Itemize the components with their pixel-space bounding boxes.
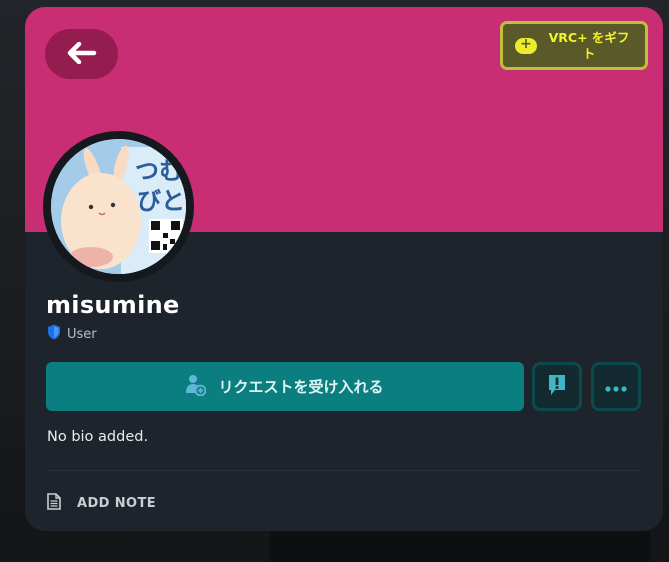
bio-text: No bio added. xyxy=(47,429,149,445)
divider xyxy=(46,470,641,471)
avatar[interactable]: つむ びと xyxy=(51,139,186,274)
user-role-label: User xyxy=(67,326,97,342)
note-document-icon xyxy=(47,493,61,514)
profile-card: VRC+ をギフト つむ びと misumine xyxy=(25,7,663,531)
add-note-label: ADD NOTE xyxy=(77,496,157,511)
accept-friend-request-label: リクエストを受け入れる xyxy=(218,378,384,396)
more-dots-icon xyxy=(605,377,627,396)
add-note-button[interactable]: ADD NOTE xyxy=(47,493,156,514)
arrow-left-icon xyxy=(67,41,97,67)
report-exclamation-icon xyxy=(547,374,567,400)
back-button[interactable] xyxy=(45,29,118,79)
chat-bubble-plus-icon xyxy=(515,36,537,54)
username: misumine xyxy=(46,291,180,319)
gift-vrc-plus-label: VRC+ をギフト xyxy=(548,29,630,61)
user-role: User xyxy=(47,324,97,344)
accept-friend-request-button[interactable]: リクエストを受け入れる xyxy=(46,362,524,411)
gift-vrc-plus-button[interactable]: VRC+ をギフト xyxy=(500,21,648,70)
person-add-icon xyxy=(186,374,207,400)
report-button[interactable] xyxy=(532,362,582,411)
avatar-text-line2: びと xyxy=(137,187,185,215)
shield-icon xyxy=(47,324,61,344)
more-options-button[interactable] xyxy=(591,362,641,411)
